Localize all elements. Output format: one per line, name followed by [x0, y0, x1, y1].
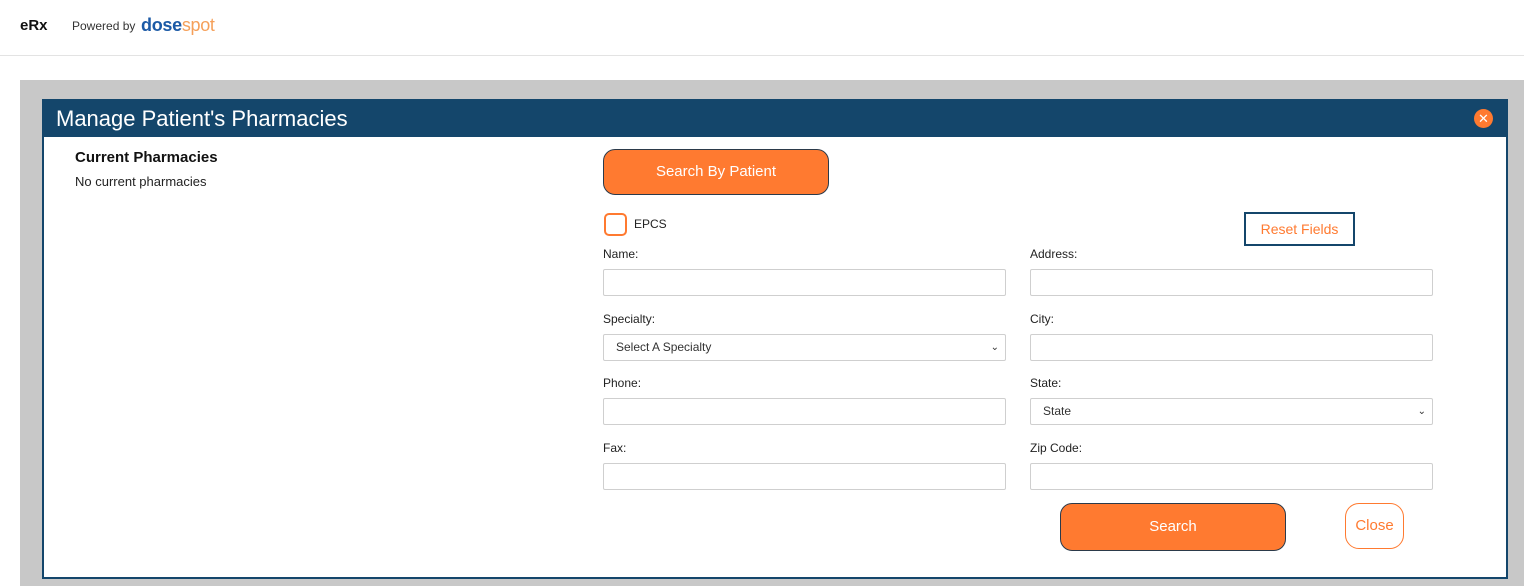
epcs-checkbox[interactable] — [604, 213, 627, 236]
city-input[interactable] — [1030, 334, 1433, 361]
specialty-label: Specialty: — [603, 312, 656, 326]
state-select[interactable]: State ⌄ — [1030, 398, 1433, 425]
city-label: City: — [1030, 312, 1054, 326]
close-icon[interactable]: ✕ — [1474, 109, 1493, 128]
no-pharmacies-text: No current pharmacies — [75, 174, 207, 189]
fax-input[interactable] — [603, 463, 1006, 490]
chevron-down-icon: ⌄ — [1417, 406, 1426, 417]
phone-label: Phone: — [603, 376, 642, 390]
close-button[interactable]: Close — [1345, 503, 1404, 549]
fax-label: Fax: — [603, 441, 627, 455]
logo-part-spot: spot — [181, 15, 215, 35]
phone-input[interactable] — [603, 398, 1006, 425]
top-bar: eRx Powered by dosespot — [0, 0, 1524, 56]
zip-code-label: Zip Code: — [1030, 441, 1083, 455]
search-by-patient-button[interactable]: Search By Patient — [603, 149, 829, 195]
powered-by-text: Powered by — [72, 19, 136, 33]
specialty-select[interactable]: Select A Specialty ⌄ — [603, 334, 1006, 361]
logo-part-dose: dose — [141, 15, 182, 35]
dialog-title: Manage Patient's Pharmacies — [56, 106, 348, 131]
dosespot-logo: dosespot — [141, 15, 215, 36]
address-input[interactable] — [1030, 269, 1433, 296]
specialty-selected-value: Select A Specialty — [616, 340, 712, 354]
zip-code-input[interactable] — [1030, 463, 1433, 490]
address-label: Address: — [1030, 247, 1078, 261]
chevron-down-icon: ⌄ — [990, 342, 999, 353]
reset-fields-button[interactable]: Reset Fields — [1244, 212, 1355, 246]
search-button[interactable]: Search — [1060, 503, 1286, 551]
epcs-label: EPCS — [634, 217, 667, 231]
name-label: Name: — [603, 247, 639, 261]
dialog-header: Manage Patient's Pharmacies ✕ — [44, 101, 1506, 137]
state-selected-value: State — [1043, 404, 1072, 418]
current-pharmacies-heading: Current Pharmacies — [75, 149, 218, 166]
state-label: State: — [1030, 376, 1062, 390]
name-input[interactable] — [603, 269, 1006, 296]
manage-pharmacies-dialog: Manage Patient's Pharmacies ✕ Current Ph… — [42, 99, 1508, 579]
app-title: eRx — [20, 17, 48, 34]
